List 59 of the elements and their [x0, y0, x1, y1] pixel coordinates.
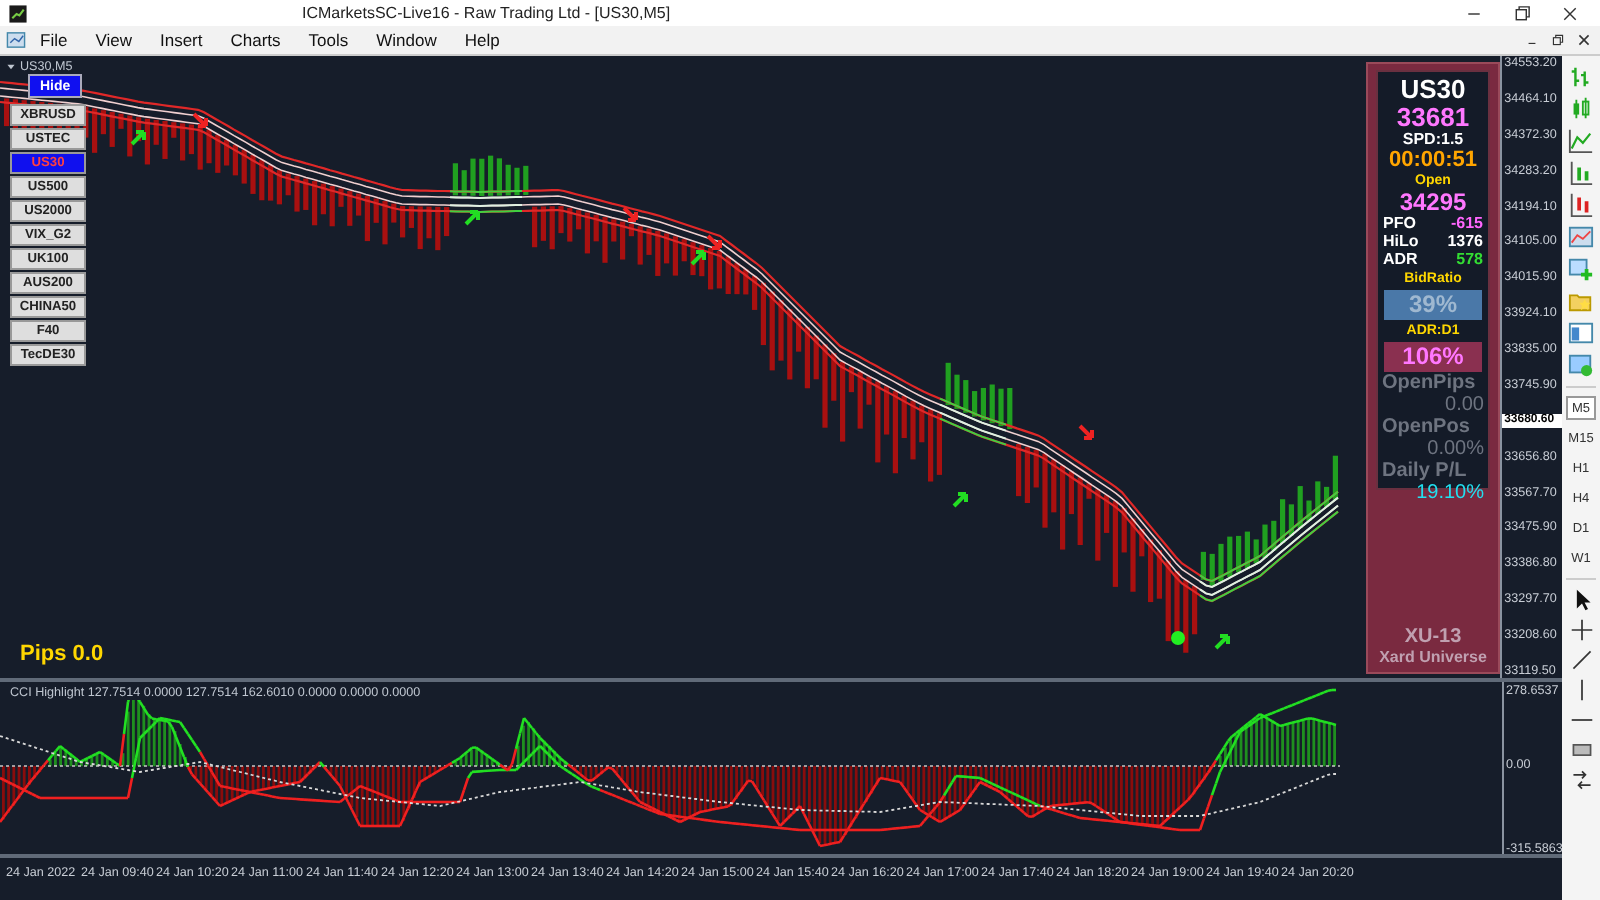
buy-arrow-icon — [952, 492, 968, 508]
stat-value: 1376 — [1447, 232, 1483, 250]
menu-item[interactable]: Tools — [294, 30, 363, 50]
sell-arrow-icon — [1078, 424, 1094, 440]
stat-value: -615 — [1450, 214, 1483, 232]
brand-title: XU-13 — [1404, 626, 1462, 648]
chart-window-icon[interactable] — [6, 30, 26, 50]
crosshair-icon[interactable] — [1569, 618, 1593, 642]
sell-arrow-icon — [706, 234, 722, 250]
menu-item[interactable]: Help — [450, 30, 514, 50]
current-price: 33681 — [1396, 104, 1470, 130]
open-price: 34295 — [1399, 190, 1467, 214]
open-pips-value: 0.00 — [1445, 394, 1484, 416]
sell-arrow-icon — [192, 112, 208, 128]
bar-chart-icon[interactable] — [1568, 64, 1594, 90]
adr-value: 106% — [1384, 342, 1482, 372]
buy-arrow-icon — [464, 210, 480, 226]
chart-picture-icon[interactable] — [1568, 224, 1594, 250]
stat-label: HiLo — [1383, 232, 1419, 250]
window-title: ICMarketsSC-Live16 - Raw Trading Ltd - [US30,M5] — [302, 4, 673, 22]
diagonal-line-icon[interactable] — [1569, 648, 1593, 672]
arrows-icon[interactable] — [1569, 768, 1593, 792]
menu-item[interactable]: Window — [362, 30, 451, 50]
menu-item[interactable]: Insert — [145, 30, 217, 50]
candlestick-icon[interactable] — [1568, 96, 1594, 122]
app-icon — [8, 3, 28, 23]
menu-item[interactable]: Charts — [216, 30, 295, 50]
daily-pl-label: Daily P/L — [1382, 460, 1467, 482]
close-icon[interactable] — [1576, 32, 1592, 48]
bar-chart-icon[interactable] — [1568, 160, 1594, 186]
open-pos-value: 0.00% — [1427, 438, 1484, 460]
stat-label: PFO — [1383, 214, 1416, 232]
open-pips-label: OpenPips — [1382, 372, 1476, 394]
daily-pl-value: 19.10% — [1416, 482, 1484, 504]
restore-icon[interactable] — [1512, 3, 1532, 23]
close-icon[interactable] — [1560, 3, 1580, 23]
signal-dot — [1171, 631, 1185, 645]
menu-item[interactable]: View — [81, 30, 146, 50]
brand-subtitle: Xard Universe — [1379, 648, 1487, 666]
rectangle-icon[interactable] — [1569, 738, 1593, 762]
menu-item[interactable]: File — [26, 30, 82, 50]
sell-arrow-icon — [622, 206, 638, 222]
restore-icon[interactable] — [1550, 32, 1566, 48]
spread-label: SPD:1.5 — [1402, 130, 1464, 148]
bar-chart-icon[interactable] — [1568, 192, 1594, 218]
stat-label: ADR — [1383, 250, 1418, 268]
candle-timer: 00:00:51 — [1388, 148, 1478, 172]
buy-arrow-icon — [130, 130, 146, 146]
bid-ratio-value: 39% — [1384, 290, 1482, 320]
symbol-name: US30 — [1400, 76, 1466, 104]
pips-label: Pips 0.0 — [20, 642, 104, 666]
open-pos-label: OpenPos — [1382, 416, 1470, 438]
line-chart-icon[interactable] — [1568, 128, 1594, 154]
dropdown-triangle-icon[interactable] — [6, 62, 16, 72]
stat-value: 578 — [1456, 250, 1483, 268]
window-icon[interactable] — [1568, 320, 1594, 346]
buy-arrow-icon — [690, 250, 706, 266]
buy-arrow-icon — [1214, 634, 1230, 650]
add-icon[interactable] — [1568, 256, 1594, 282]
